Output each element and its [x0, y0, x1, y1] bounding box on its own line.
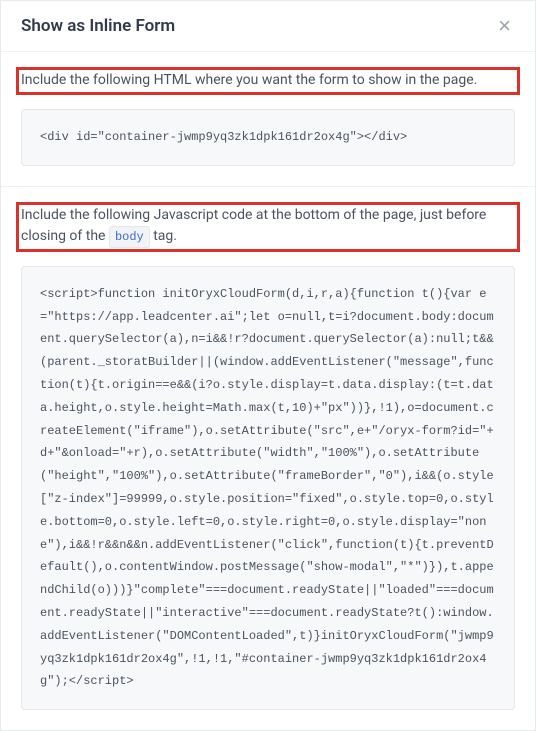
js-snippet-section: Include the following Javascript code at… [1, 187, 535, 730]
inline-form-modal: Show as Inline Form × Include the follow… [0, 0, 536, 731]
modal-body: Include the following HTML where you wan… [1, 52, 535, 730]
html-code-box[interactable]: <div id="container-jwmp9yq3zk1dpk161dr2o… [21, 109, 515, 166]
js-instruction-pre: Include the following Javascript code at… [21, 207, 486, 244]
modal-header: Show as Inline Form × [1, 1, 535, 52]
close-icon: × [498, 13, 511, 38]
html-snippet-section: Include the following HTML where you wan… [1, 52, 535, 187]
js-instruction: Include the following Javascript code at… [16, 202, 520, 252]
html-instruction: Include the following HTML where you wan… [16, 67, 520, 95]
body-tag-label: body [109, 226, 150, 248]
js-instruction-post: tag. [150, 228, 177, 244]
js-code-box[interactable]: <script>function initOryxCloudForm(d,i,r… [21, 266, 515, 710]
close-button[interactable]: × [494, 15, 515, 37]
modal-title: Show as Inline Form [21, 16, 175, 36]
